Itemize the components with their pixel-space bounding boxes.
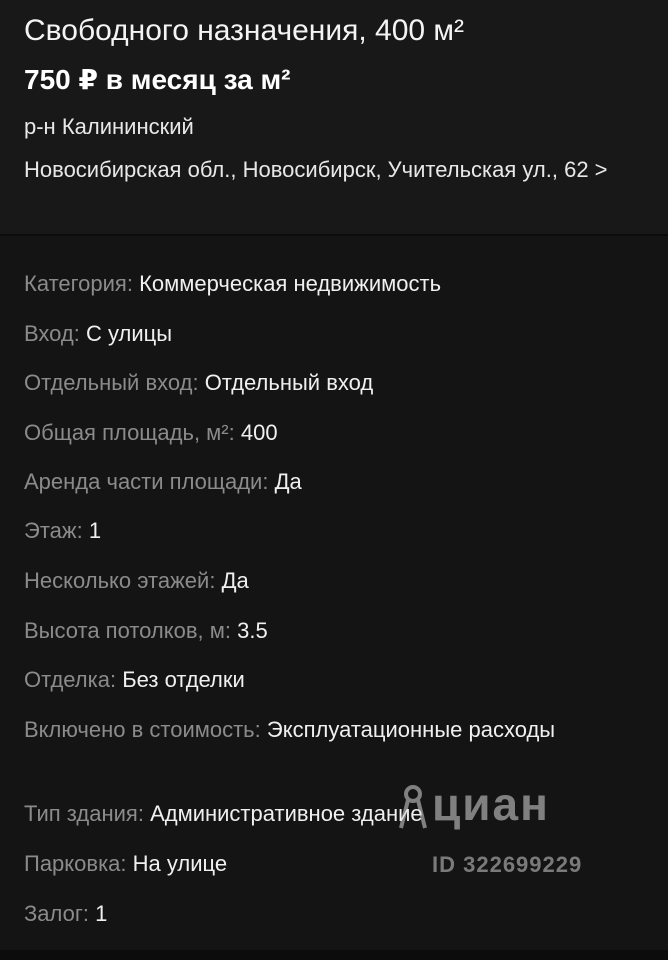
- detail-value: 1: [88, 518, 102, 543]
- detail-label: Включено в стоимость:: [24, 717, 261, 742]
- listing-address-link[interactable]: Новосибирская обл., Новосибирск, Учитель…: [24, 154, 624, 186]
- detail-value: Эксплуатационные расходы: [266, 717, 556, 742]
- detail-value: 400: [240, 420, 278, 445]
- detail-row-separate-entrance: Отдельный вход: Отдельный вход: [24, 367, 634, 399]
- detail-row-finishing: Отделка: Без отделки: [24, 664, 634, 696]
- detail-value: Да: [274, 469, 302, 494]
- listing-address: Новосибирская обл., Новосибирск, Учитель…: [24, 157, 589, 182]
- detail-label: Категория:: [24, 271, 133, 296]
- detail-row-partial-rent: Аренда части площади: Да: [24, 466, 634, 498]
- detail-value: 3.5: [237, 618, 268, 643]
- detail-label: Аренда части площади:: [24, 469, 269, 494]
- detail-value: На улице: [132, 851, 228, 876]
- detail-value: Отдельный вход: [204, 370, 374, 395]
- detail-row-total-area: Общая площадь, м²: 400: [24, 417, 634, 449]
- cian-logo-text: циан: [432, 778, 550, 830]
- detail-row-multiple-floors: Несколько этажей: Да: [24, 565, 634, 597]
- listing-header: Свободного назначения, 400 м² 750 ₽ в ме…: [0, 0, 668, 234]
- detail-row-included-in-price: Включено в стоимость: Эксплуатационные р…: [24, 714, 584, 746]
- detail-row-ceiling-height: Высота потолков, м: 3.5: [24, 615, 634, 647]
- detail-row-floor: Этаж: 1: [24, 515, 634, 547]
- detail-label: Несколько этажей:: [24, 568, 216, 593]
- detail-row-category: Категория: Коммерческая недвижимость: [24, 268, 634, 300]
- detail-label: Этаж:: [24, 518, 83, 543]
- detail-label: Общая площадь, м²:: [24, 420, 235, 445]
- listing-id-watermark: ID 322699229: [432, 852, 583, 877]
- listing-title: Свободного назначения, 400 м²: [24, 14, 465, 47]
- chevron-right-icon: >: [594, 157, 608, 182]
- detail-label: Отдельный вход:: [24, 370, 199, 395]
- detail-value: Коммерческая недвижимость: [139, 271, 442, 296]
- cian-watermark: циан ID 322699229: [398, 776, 638, 886]
- listing-price: 750 ₽ в месяц за м²: [24, 64, 291, 95]
- detail-label: Залог:: [24, 901, 89, 926]
- detail-value: 1: [95, 901, 108, 926]
- cian-logo-icon: [399, 785, 427, 829]
- detail-label: Парковка:: [24, 851, 127, 876]
- listing-district: р-н Калининский: [24, 114, 194, 139]
- cian-logo: циан: [398, 776, 550, 832]
- detail-label: Тип здания:: [24, 801, 144, 826]
- detail-value: Административное здание: [150, 801, 423, 826]
- detail-label: Высота потолков, м:: [24, 618, 232, 643]
- detail-row-deposit: Залог: 1: [24, 898, 634, 930]
- detail-value: Да: [221, 568, 249, 593]
- detail-value: Без отделки: [122, 667, 245, 692]
- detail-row-entrance: Вход: С улицы: [24, 318, 634, 350]
- detail-value: С улицы: [86, 321, 173, 346]
- detail-label: Вход:: [24, 321, 80, 346]
- detail-label: Отделка:: [24, 667, 117, 692]
